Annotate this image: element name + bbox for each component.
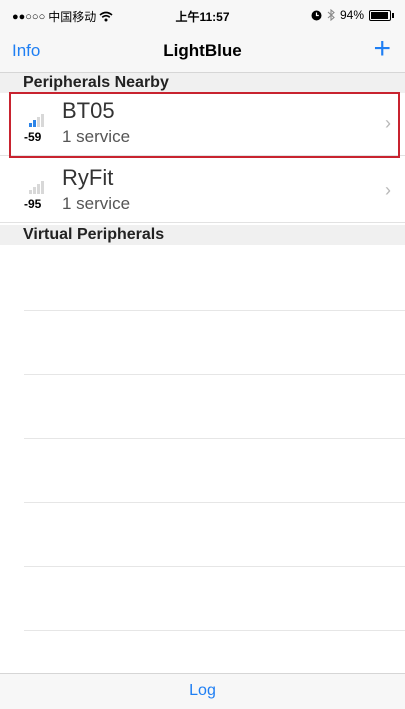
signal-bar (41, 114, 44, 127)
peripheral-name: RyFit (62, 165, 114, 190)
signal-bar (29, 123, 32, 127)
nav-title: LightBlue (163, 41, 242, 60)
section-header-virtual: Virtual Peripherals (0, 225, 405, 245)
rssi-value: -59 (24, 130, 42, 144)
list-separator (24, 310, 405, 311)
signal-bar (33, 120, 36, 127)
chevron-right-icon: › (385, 113, 391, 133)
section-title-nearby: Peripherals Nearby (23, 74, 169, 91)
battery-percent: 94% (339, 8, 364, 22)
signal-bar (37, 184, 40, 194)
signal-strength-icon (29, 113, 45, 127)
signal-bar (33, 187, 36, 194)
signal-bar (41, 181, 44, 194)
bluetooth-icon (327, 9, 335, 21)
peripheral-name: BT05 (62, 98, 115, 123)
list-separator (24, 566, 405, 567)
bottom-toolbar: Log (0, 673, 405, 709)
section-header-nearby: Peripherals Nearby (0, 73, 405, 93)
list-separator (24, 502, 405, 503)
section-title-virtual: Virtual Peripherals (23, 226, 165, 243)
peripheral-service-count: 1 service (62, 127, 131, 146)
plus-icon[interactable]: + (373, 34, 391, 64)
chevron-right-icon: › (385, 180, 391, 200)
signal-bar (37, 117, 40, 127)
alarm-icon (311, 10, 322, 20)
rssi-value: -95 (24, 197, 42, 211)
status-bar: ●●○○○ 中国移动 上午11:57 94% (0, 0, 405, 30)
list-separator (24, 630, 405, 631)
navigation-bar: Info LightBlue + (0, 30, 405, 73)
list-separator (24, 438, 405, 439)
log-button[interactable]: Log (0, 682, 405, 700)
battery-icon (369, 9, 394, 21)
peripheral-row-ryfit[interactable]: -95 RyFit 1 service › (0, 160, 405, 223)
list-separator (24, 374, 405, 375)
status-right: 94% (311, 8, 394, 22)
signal-strength-icon (29, 180, 45, 194)
signal-bar (29, 190, 32, 194)
peripheral-row-bt05[interactable]: -59 BT05 1 service › (0, 93, 405, 156)
peripheral-service-count: 1 service (62, 194, 131, 213)
